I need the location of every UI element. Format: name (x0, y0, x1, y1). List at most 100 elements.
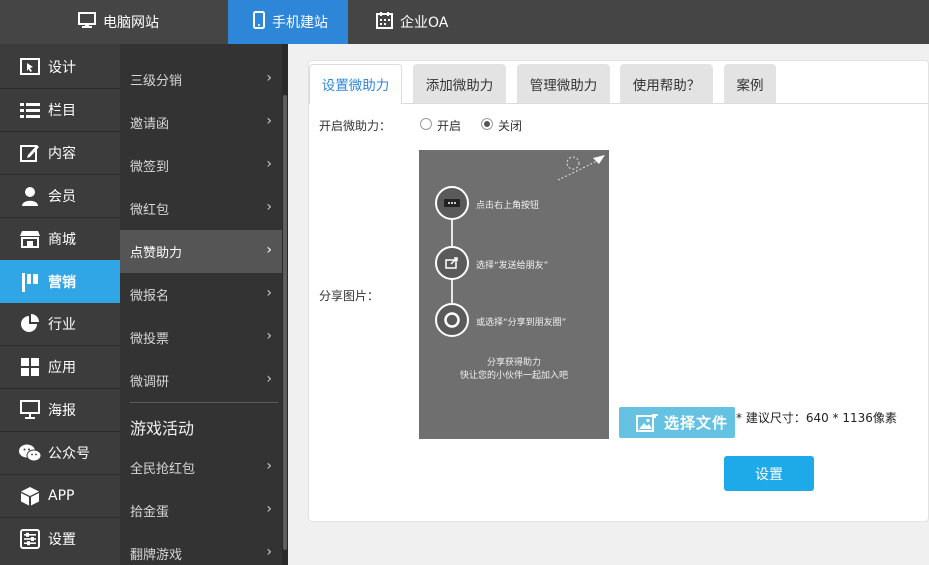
choose-file-button[interactable]: 选择文件 (619, 407, 735, 438)
sidebar-item-columns[interactable]: 栏目 (0, 89, 120, 131)
subnav-item-label: 微红包 (130, 203, 170, 218)
top-tab-pc-site[interactable]: 电脑网站 (70, 0, 210, 44)
radio-on-label[interactable]: 开启 (437, 117, 461, 134)
subnav-item-label: 拾金蛋 (130, 505, 170, 520)
monitor-icon (78, 12, 96, 32)
subnav-item-golden-egg[interactable]: 拾金蛋 › (120, 489, 282, 532)
sidebar-item-label: 栏目 (48, 103, 76, 119)
sidebar-item-label: APP (48, 488, 75, 504)
sidebar-item-marketing[interactable]: 营销 (0, 260, 120, 303)
radio-enable-off[interactable] (481, 118, 493, 130)
sidebar-item-label: 设置 (48, 532, 76, 548)
top-tab-mobile-site[interactable]: 手机建站 (228, 0, 348, 44)
subnav-item-checkin[interactable]: 微签到 › (120, 144, 282, 187)
radio-enable-on[interactable] (420, 118, 432, 130)
subnav-item-survey[interactable]: 微调研 › (120, 359, 282, 402)
sidebar-item-app[interactable]: APP (0, 475, 120, 517)
subnav-item-flip-card[interactable]: 翻牌游戏 › (120, 532, 282, 565)
sidebar-item-settings[interactable]: 设置 (0, 518, 120, 560)
subnav-item-red-packet[interactable]: 微红包 › (120, 187, 282, 230)
easel-icon (19, 399, 41, 421)
sidebar-item-label: 应用 (48, 360, 76, 376)
flag-icon (19, 271, 41, 293)
sliders-icon (19, 528, 41, 550)
sidebar-item-industry[interactable]: 行业 (0, 303, 120, 345)
wechat-icon (19, 442, 41, 464)
preview-step-2: 选择“发送给朋友” (476, 261, 549, 271)
chevron-right-icon: › (266, 156, 272, 172)
subnav-item-registration[interactable]: 微报名 › (120, 273, 282, 316)
design-icon (19, 56, 41, 78)
tab-cases[interactable]: 案例 (724, 64, 776, 104)
chevron-right-icon: › (266, 199, 272, 215)
tab-manage-boost[interactable]: 管理微助力 (517, 64, 610, 104)
subnav-scrollbar-thumb[interactable] (283, 95, 287, 550)
preview-step-1: 点击右上角按钮 (476, 201, 540, 211)
sidebar-item-content[interactable]: 内容 (0, 132, 120, 174)
tab-divider (308, 103, 929, 104)
sidebar-item-store[interactable]: 商城 (0, 218, 120, 260)
send-to-friend-icon (435, 246, 469, 280)
chevron-right-icon: › (266, 328, 272, 344)
submit-settings-button[interactable]: 设置 (724, 456, 814, 491)
chevron-right-icon: › (266, 544, 272, 560)
preview-line-1: 分享获得助力 (486, 358, 541, 368)
chevron-right-icon: › (266, 113, 272, 129)
sidebar-item-poster[interactable]: 海报 (0, 389, 120, 431)
preview-step-3: 或选择“分享到朋友圈” (476, 318, 567, 328)
choose-file-label: 选择文件 (664, 414, 729, 432)
user-icon (19, 185, 41, 207)
sidebar-item-label: 商城 (48, 232, 76, 248)
top-tab-label: 手机建站 (272, 15, 328, 31)
sidebar-item-label: 行业 (48, 317, 76, 333)
tab-add-boost[interactable]: 添加微助力 (413, 64, 506, 104)
sidebar-item-label: 海报 (48, 403, 76, 419)
preview-line-2: 快让您的小伙伴一起加入吧 (459, 371, 568, 381)
subnav-item-label: 邀请函 (130, 117, 170, 132)
chevron-right-icon: › (266, 458, 272, 474)
subnav-item-label: 微报名 (130, 289, 170, 304)
sidebar-item-design[interactable]: 设计 (0, 46, 120, 88)
subnav-item-label: 翻牌游戏 (130, 548, 183, 563)
subnav-item-three-level-distribution[interactable]: 三级分销 › (120, 58, 282, 101)
menu-dots-icon (435, 186, 469, 220)
moments-icon (435, 303, 469, 337)
subnav-item-grab-red-packet[interactable]: 全民抢红包 › (120, 446, 282, 489)
chevron-right-icon: › (266, 501, 272, 517)
chevron-right-icon: › (266, 70, 272, 86)
share-image-label: 分享图片： (319, 289, 380, 303)
calendar-icon (376, 11, 393, 33)
tab-set-boost[interactable]: 设置微助力 (309, 64, 402, 104)
enable-boost-label: 开启微助力： (319, 119, 392, 133)
subnav-item-label: 微调研 (130, 375, 170, 390)
chevron-right-icon: › (266, 242, 272, 258)
sidebar-item-members[interactable]: 会员 (0, 175, 120, 217)
subnav-section-title: 游戏活动 (130, 419, 195, 438)
store-icon (19, 228, 41, 250)
subnav-item-label: 全民抢红包 (130, 462, 196, 477)
top-tab-label: 电脑网站 (103, 15, 159, 31)
subnav-item-like-boost[interactable]: 点赞助力 › (120, 230, 282, 273)
sidebar-item-label: 内容 (48, 146, 76, 162)
cube-icon (19, 485, 41, 507)
subnav-item-invitation[interactable]: 邀请函 › (120, 101, 282, 144)
tab-help[interactable]: 使用帮助？ (620, 64, 713, 104)
top-tab-enterprise-oa[interactable]: 企业OA (370, 0, 480, 44)
subnav-item-label: 三级分销 (130, 74, 183, 89)
sidebar-item-apps[interactable]: 应用 (0, 346, 120, 388)
settings-panel (308, 60, 929, 522)
subnav-item-voting[interactable]: 微投票 › (120, 316, 282, 359)
image-icon (636, 413, 658, 432)
chevron-right-icon: › (266, 371, 272, 387)
main-sidebar: 设计 栏目 内容 会员 商城 营销 行业 应用 海报 公众号 APP 设置 (0, 44, 120, 565)
share-arrow-icon (557, 155, 605, 181)
active-tab-underline-fix (310, 103, 401, 104)
subnav-item-label: 微签到 (130, 160, 170, 175)
sidebar-item-label: 公众号 (48, 446, 90, 462)
radio-off-label[interactable]: 关闭 (498, 117, 522, 134)
marketing-subnav: 三级分销 › 邀请函 › 微签到 › 微红包 › 点赞助力 › 微报名 › 微投… (120, 44, 288, 565)
sidebar-item-official-account[interactable]: 公众号 (0, 432, 120, 474)
subnav-item-label: 点赞助力 (130, 246, 183, 261)
chevron-right-icon: › (266, 285, 272, 301)
pie-icon (19, 313, 41, 335)
